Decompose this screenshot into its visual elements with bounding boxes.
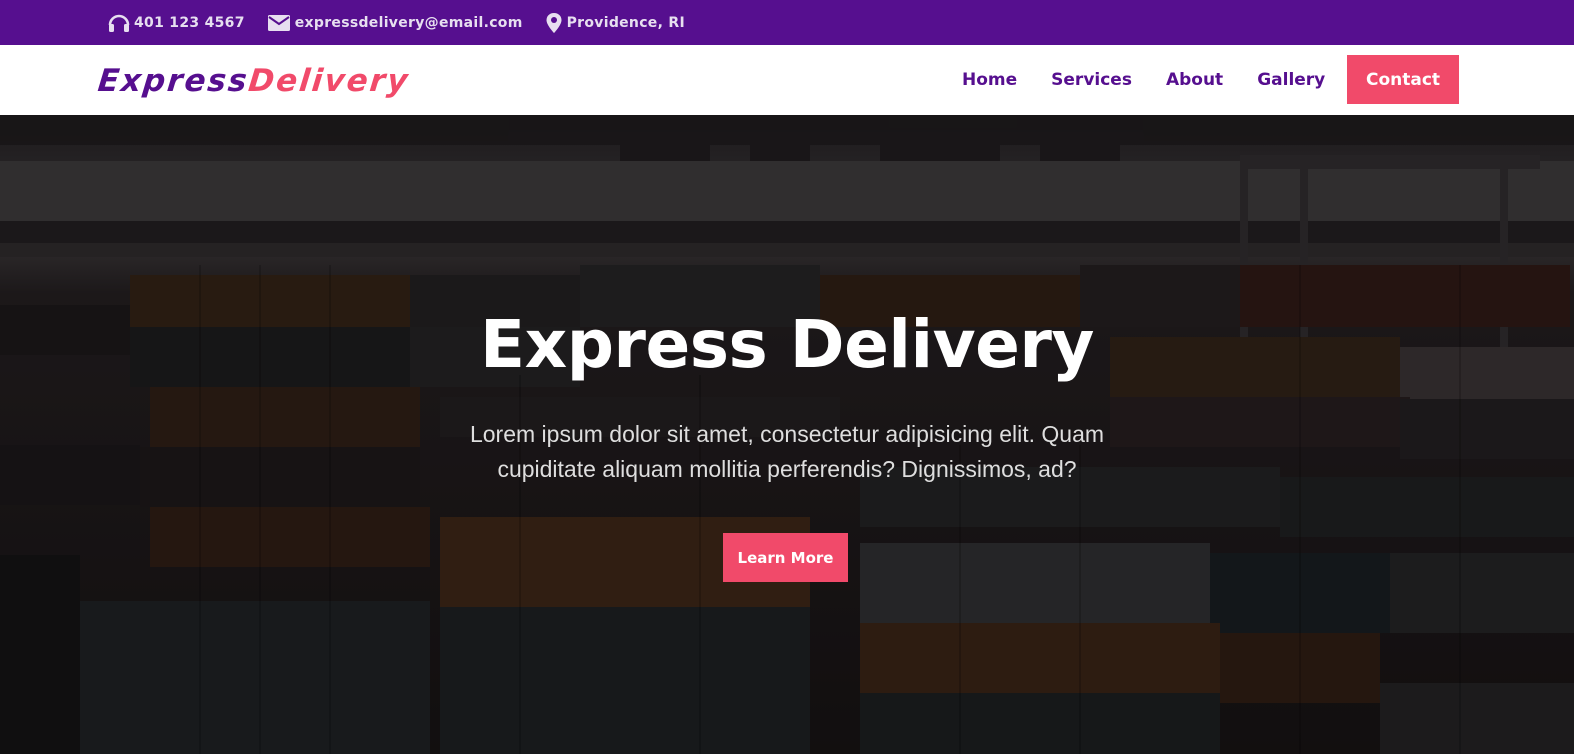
map-pin-icon: [546, 12, 562, 33]
hero-description: Lorem ipsum dolor sit amet, consectetur …: [469, 421, 1105, 482]
headphones-icon: [108, 14, 130, 32]
phone-info[interactable]: 401 123 4567: [108, 13, 245, 33]
location-text: Providence, RI: [566, 14, 685, 31]
main-nav: Home Services About Gallery: [962, 45, 1359, 115]
location-info: Providence, RI: [545, 12, 685, 34]
email-info[interactable]: expressdelivery@email.com: [267, 14, 523, 32]
nav-home[interactable]: Home: [962, 70, 1017, 90]
top-info-bar: 401 123 4567 expressdelivery@email.com P…: [0, 0, 1574, 45]
nav-about[interactable]: About: [1166, 70, 1223, 90]
phone-number: 401 123 4567: [134, 14, 245, 31]
hero-title: Express Delivery: [480, 306, 1094, 383]
navbar: ExpressDelivery Home Services About Gall…: [0, 45, 1574, 115]
contact-button[interactable]: Contact: [1347, 55, 1459, 104]
hero-section: Express Delivery Lorem ipsum dolor sit a…: [0, 115, 1574, 754]
email-address: expressdelivery@email.com: [294, 14, 523, 31]
nav-gallery[interactable]: Gallery: [1257, 70, 1325, 90]
site-logo[interactable]: ExpressDelivery: [96, 61, 412, 101]
logo-part-express: Express: [96, 63, 251, 99]
envelope-icon: [267, 14, 290, 31]
logo-part-delivery: Delivery: [246, 63, 412, 99]
learn-more-button[interactable]: Learn More: [723, 533, 848, 582]
nav-services[interactable]: Services: [1051, 70, 1132, 90]
